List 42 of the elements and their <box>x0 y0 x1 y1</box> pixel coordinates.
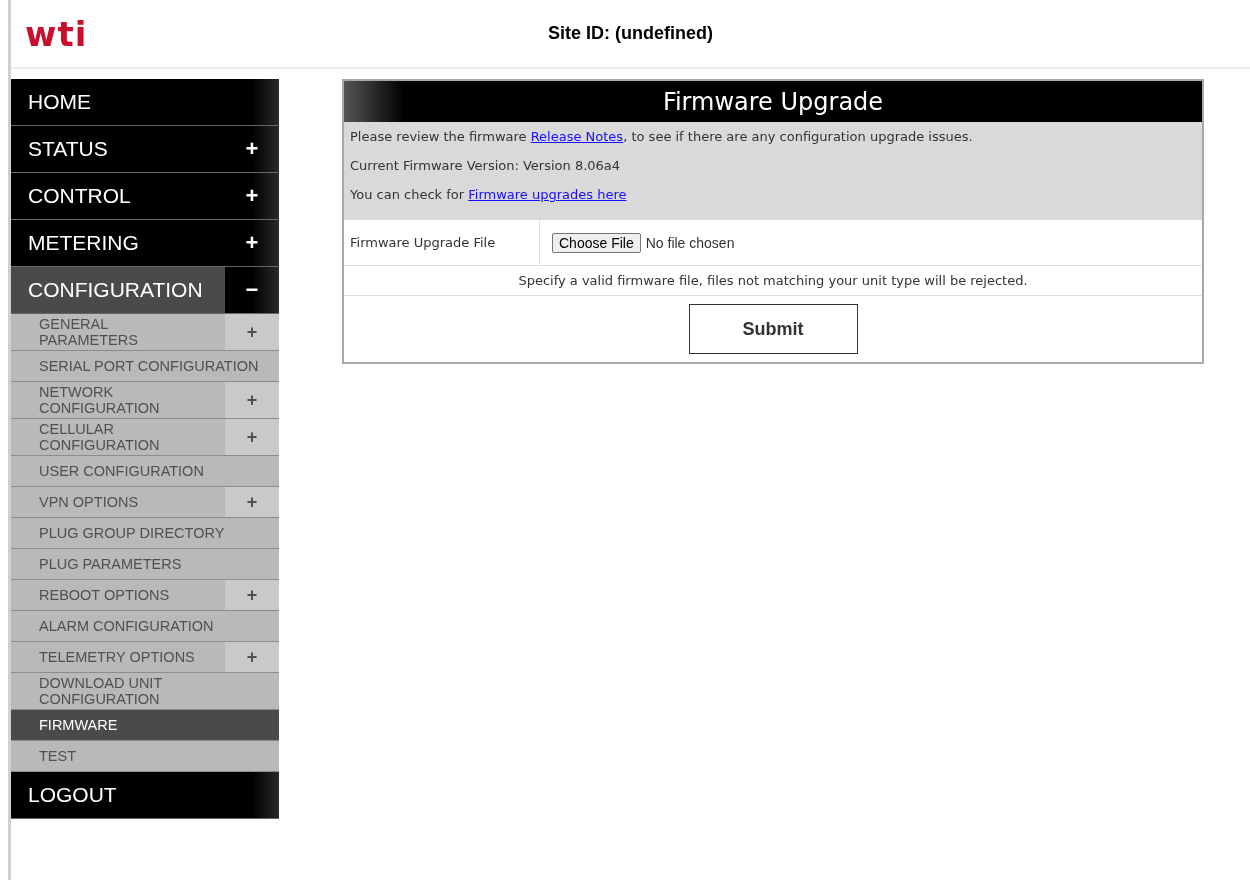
expand-toggle[interactable]: + <box>225 580 279 610</box>
sidebar-subitem[interactable]: PLUG PARAMETERS <box>11 549 279 580</box>
link[interactable]: Firmware upgrades here <box>468 187 627 202</box>
sidebar-subitem[interactable]: DOWNLOAD UNIT CONFIGURATION <box>11 673 279 710</box>
sidebar-item[interactable]: CONFIGURATION − <box>11 267 279 314</box>
sidebar-item[interactable]: CONTROL + <box>11 173 279 220</box>
sidebar-subitem[interactable]: USER CONFIGURATION <box>11 456 279 487</box>
panel-title: Firmware Upgrade <box>344 81 1202 122</box>
field-label: Firmware Upgrade File <box>350 235 496 250</box>
info-text: Please review the firmware Release Notes, to see if there are any configuration upgrade issues. <box>350 128 974 146</box>
submit-button[interactable]: Submit <box>688 304 858 354</box>
sidebar-item[interactable]: HOME <box>11 79 279 126</box>
sidebar-subitem[interactable]: VPN OPTIONS + <box>11 487 279 518</box>
file-status: No file chosen <box>645 234 735 251</box>
hint-text: Specify a valid firmware file, files not matching your unit type will be rejected. <box>518 273 1028 288</box>
expand-toggle[interactable]: + <box>225 220 279 266</box>
expand-toggle[interactable]: + <box>225 382 279 418</box>
sidebar-item[interactable]: STATUS + <box>11 126 279 173</box>
sidebar-subitem[interactable]: NETWORK CONFIGURATION + <box>11 382 279 419</box>
expand-toggle[interactable]: + <box>225 173 279 219</box>
expand-toggle[interactable]: + <box>225 487 279 517</box>
sidebar-item[interactable]: LOGOUT <box>11 772 279 819</box>
expand-toggle[interactable]: − <box>225 267 279 313</box>
logo: wti <box>25 16 88 51</box>
choose-file-button[interactable]: Choose File <box>552 232 641 253</box>
expand-toggle[interactable]: + <box>225 419 279 455</box>
sidebar-subitem[interactable]: TELEMETRY OPTIONS + <box>11 642 279 673</box>
sidebar-subitem[interactable]: FIRMWARE <box>11 710 279 741</box>
sidebar-subitem[interactable]: TEST <box>11 741 279 772</box>
info-text: You can check for Firmware upgrades here <box>350 186 628 204</box>
sidebar-subitem[interactable]: SERIAL PORT CONFIGURATION <box>11 351 279 382</box>
expand-toggle[interactable]: + <box>225 126 279 172</box>
expand-toggle[interactable]: + <box>225 642 279 672</box>
sidebar-subitem[interactable]: PLUG GROUP DIRECTORY <box>11 518 279 549</box>
sidebar-subitem[interactable]: ALARM CONFIGURATION <box>11 611 279 642</box>
site-id: Site ID: (undefined) <box>548 23 713 43</box>
sidebar-subitem[interactable]: CELLULAR CONFIGURATION + <box>11 419 279 456</box>
sidebar-item[interactable]: METERING + <box>11 220 279 267</box>
expand-toggle[interactable]: + <box>225 314 279 350</box>
info-text: Current Firmware Version: Version 8.06a4 <box>350 157 622 175</box>
sidebar-subitem[interactable]: REBOOT OPTIONS + <box>11 580 279 611</box>
sidebar-subitem[interactable]: GENERAL PARAMETERS + <box>11 314 279 351</box>
